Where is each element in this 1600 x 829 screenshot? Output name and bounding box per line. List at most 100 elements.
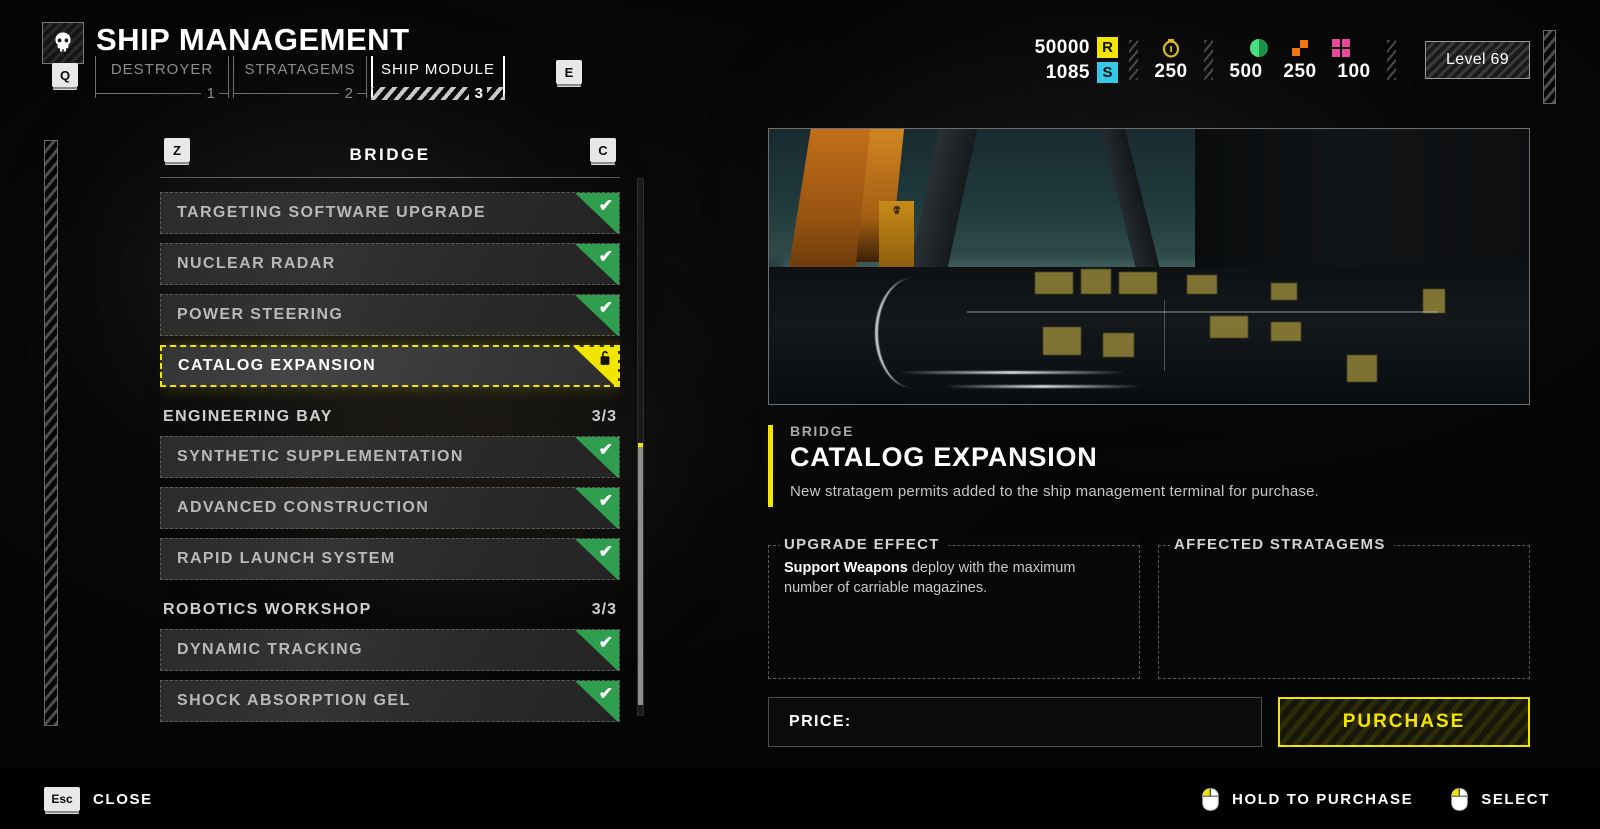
- open-lock-icon: [574, 347, 618, 385]
- list-item[interactable]: RAPID LAUNCH SYSTEM ✔: [160, 538, 620, 580]
- list-item[interactable]: POWER STEERING ✔: [160, 294, 620, 336]
- upgrade-label: TARGETING SOFTWARE UPGRADE: [177, 204, 486, 221]
- resource-divider: [1204, 40, 1213, 80]
- super-sample-value: 100: [1337, 61, 1371, 82]
- medals-icon: S: [1097, 62, 1118, 83]
- tab-label: STRATAGEMS: [244, 61, 356, 78]
- upgrade-list-panel: Z BRIDGE C TARGETING SOFTWARE UPGRADE ✔ …: [160, 132, 644, 730]
- list-item[interactable]: SYNTHETIC SUPPLEMENTATION ✔: [160, 436, 620, 478]
- select-hint[interactable]: SELECT: [1451, 787, 1550, 811]
- skull-banner-icon: [879, 200, 915, 272]
- currency-group: 50000 R 1085 S: [1035, 37, 1118, 84]
- samples-group: 500 250 100: [1224, 37, 1376, 83]
- tab-label: SHIP MODULE: [380, 61, 496, 78]
- section-name: ENGINEERING BAY: [163, 408, 333, 425]
- tab-number: 3: [474, 84, 483, 102]
- check-icon: ✔: [575, 244, 619, 284]
- escape-key[interactable]: Esc: [44, 787, 80, 811]
- common-sample-value: 500: [1229, 61, 1263, 82]
- upgrade-label: DYNAMIC TRACKING: [177, 641, 363, 658]
- buy-row: PRICE: PURCHASE: [768, 697, 1530, 747]
- upgrade-list[interactable]: TARGETING SOFTWARE UPGRADE ✔ NUCLEAR RAD…: [160, 192, 620, 730]
- tab-number: 2: [344, 84, 353, 102]
- detail-description: New stratagem permits added to the ship …: [790, 483, 1320, 500]
- upgrade-label: RAPID LAUNCH SYSTEM: [177, 550, 396, 567]
- list-item[interactable]: NUCLEAR RADAR ✔: [160, 243, 620, 285]
- check-icon: ✔: [575, 539, 619, 579]
- hold-to-purchase-hint[interactable]: HOLD TO PURCHASE: [1202, 787, 1414, 811]
- bridge-interior-preview: [768, 128, 1530, 405]
- mouse-left-click-icon: [1451, 787, 1468, 811]
- skull-icon: [42, 22, 84, 64]
- close-hint[interactable]: Esc CLOSE: [44, 787, 153, 811]
- header: SHIP MANAGEMENT Q E DESTROYER 1 STRATAGE…: [0, 0, 1600, 118]
- check-icon: ✔: [575, 630, 619, 670]
- affected-stratagems-box: AFFECTED STRATAGEMS: [1158, 535, 1530, 679]
- footer-hint-bar: Esc CLOSE HOLD TO PURCHASE SELECT: [0, 769, 1600, 829]
- mouse-left-click-icon: [1202, 787, 1219, 811]
- list-item-selected[interactable]: CATALOG EXPANSION: [160, 345, 620, 387]
- rare-sample-icon: [1292, 40, 1308, 56]
- super-credits-value: 250: [1154, 61, 1188, 82]
- requisition-icon: R: [1097, 37, 1118, 58]
- common-sample-icon: [1250, 39, 1268, 57]
- tab-label: DESTROYER: [110, 61, 214, 78]
- detail-name: CATALOG EXPANSION: [790, 442, 1098, 472]
- left-hatch-decoration: [44, 140, 58, 726]
- upgrade-effect-box: UPGRADE EFFECT Support Weapons deploy wi…: [768, 535, 1140, 679]
- upgrade-label: ADVANCED CONSTRUCTION: [177, 499, 430, 516]
- super-credits-resource: 250: [1149, 37, 1193, 83]
- resource-divider: [1387, 40, 1396, 80]
- hint-label: SELECT: [1481, 790, 1550, 808]
- check-icon: ✔: [575, 488, 619, 528]
- resource-divider: [1129, 40, 1138, 80]
- check-icon: ✔: [575, 681, 619, 721]
- list-header: Z BRIDGE C: [160, 132, 620, 178]
- upgrade-effect-text: Support Weapons deploy with the maximum …: [784, 555, 1124, 598]
- section-header: ROBOTICS WORKSHOP 3/3: [160, 589, 620, 629]
- check-icon: ✔: [575, 437, 619, 477]
- list-item[interactable]: TARGETING SOFTWARE UPGRADE ✔: [160, 192, 620, 234]
- next-tab-key[interactable]: E: [556, 60, 582, 84]
- upgrade-label: SYNTHETIC SUPPLEMENTATION: [177, 448, 464, 465]
- section-count: 3/3: [591, 601, 617, 618]
- tab-destroyer[interactable]: DESTROYER 1: [95, 56, 229, 104]
- upgrade-effect-bold: Support Weapons: [784, 560, 908, 576]
- super-sample-icon: [1332, 39, 1350, 57]
- medals-resource: 1085 S: [1046, 62, 1118, 84]
- scrollbar-thumb[interactable]: [638, 443, 643, 705]
- close-label: CLOSE: [93, 790, 153, 808]
- hint-label: HOLD TO PURCHASE: [1232, 790, 1414, 808]
- list-item[interactable]: ADVANCED CONSTRUCTION ✔: [160, 487, 620, 529]
- player-level-badge: Level 69: [1425, 41, 1530, 79]
- requisition-resource: 50000 R: [1035, 37, 1118, 59]
- section-header: ENGINEERING BAY 3/3: [160, 396, 620, 436]
- medals-value: 1085: [1045, 61, 1090, 83]
- ship-management-screen: SHIP MANAGEMENT Q E DESTROYER 1 STRATAGE…: [0, 0, 1600, 829]
- tab-stratagems[interactable]: STRATAGEMS 2: [233, 56, 367, 104]
- prev-tab-key[interactable]: Q: [52, 63, 78, 87]
- prev-room-key[interactable]: Z: [164, 138, 190, 162]
- requisition-value: 50000: [1034, 36, 1090, 58]
- upgrade-label: NUCLEAR RADAR: [177, 255, 336, 272]
- list-item[interactable]: DYNAMIC TRACKING ✔: [160, 629, 620, 671]
- purchase-button-label: PURCHASE: [1342, 711, 1466, 732]
- check-icon: ✔: [575, 193, 619, 233]
- upgrade-label: CATALOG EXPANSION: [178, 357, 377, 374]
- tab-number: 1: [206, 84, 215, 102]
- detail-title-block: BRIDGE CATALOG EXPANSION New stratagem p…: [768, 423, 1530, 513]
- purchase-button[interactable]: PURCHASE: [1278, 697, 1530, 747]
- section-count: 3/3: [591, 408, 617, 425]
- list-item[interactable]: SHOCK ABSORPTION GEL ✔: [160, 680, 620, 722]
- rare-sample-value: 250: [1283, 61, 1317, 82]
- affected-stratagems-heading: AFFECTED STRATAGEMS: [1170, 535, 1394, 555]
- super-credit-icon: [1162, 39, 1180, 58]
- tab-ship-module[interactable]: SHIP MODULE 3: [371, 56, 505, 104]
- price-label: PRICE:: [789, 713, 852, 730]
- accent-bar: [768, 425, 773, 507]
- upgrade-label: POWER STEERING: [177, 306, 344, 323]
- list-scrollbar[interactable]: [637, 178, 644, 716]
- next-room-key[interactable]: C: [590, 138, 616, 162]
- affected-stratagems-list: [1174, 555, 1514, 559]
- upgrade-detail-panel: BRIDGE CATALOG EXPANSION New stratagem p…: [768, 128, 1530, 747]
